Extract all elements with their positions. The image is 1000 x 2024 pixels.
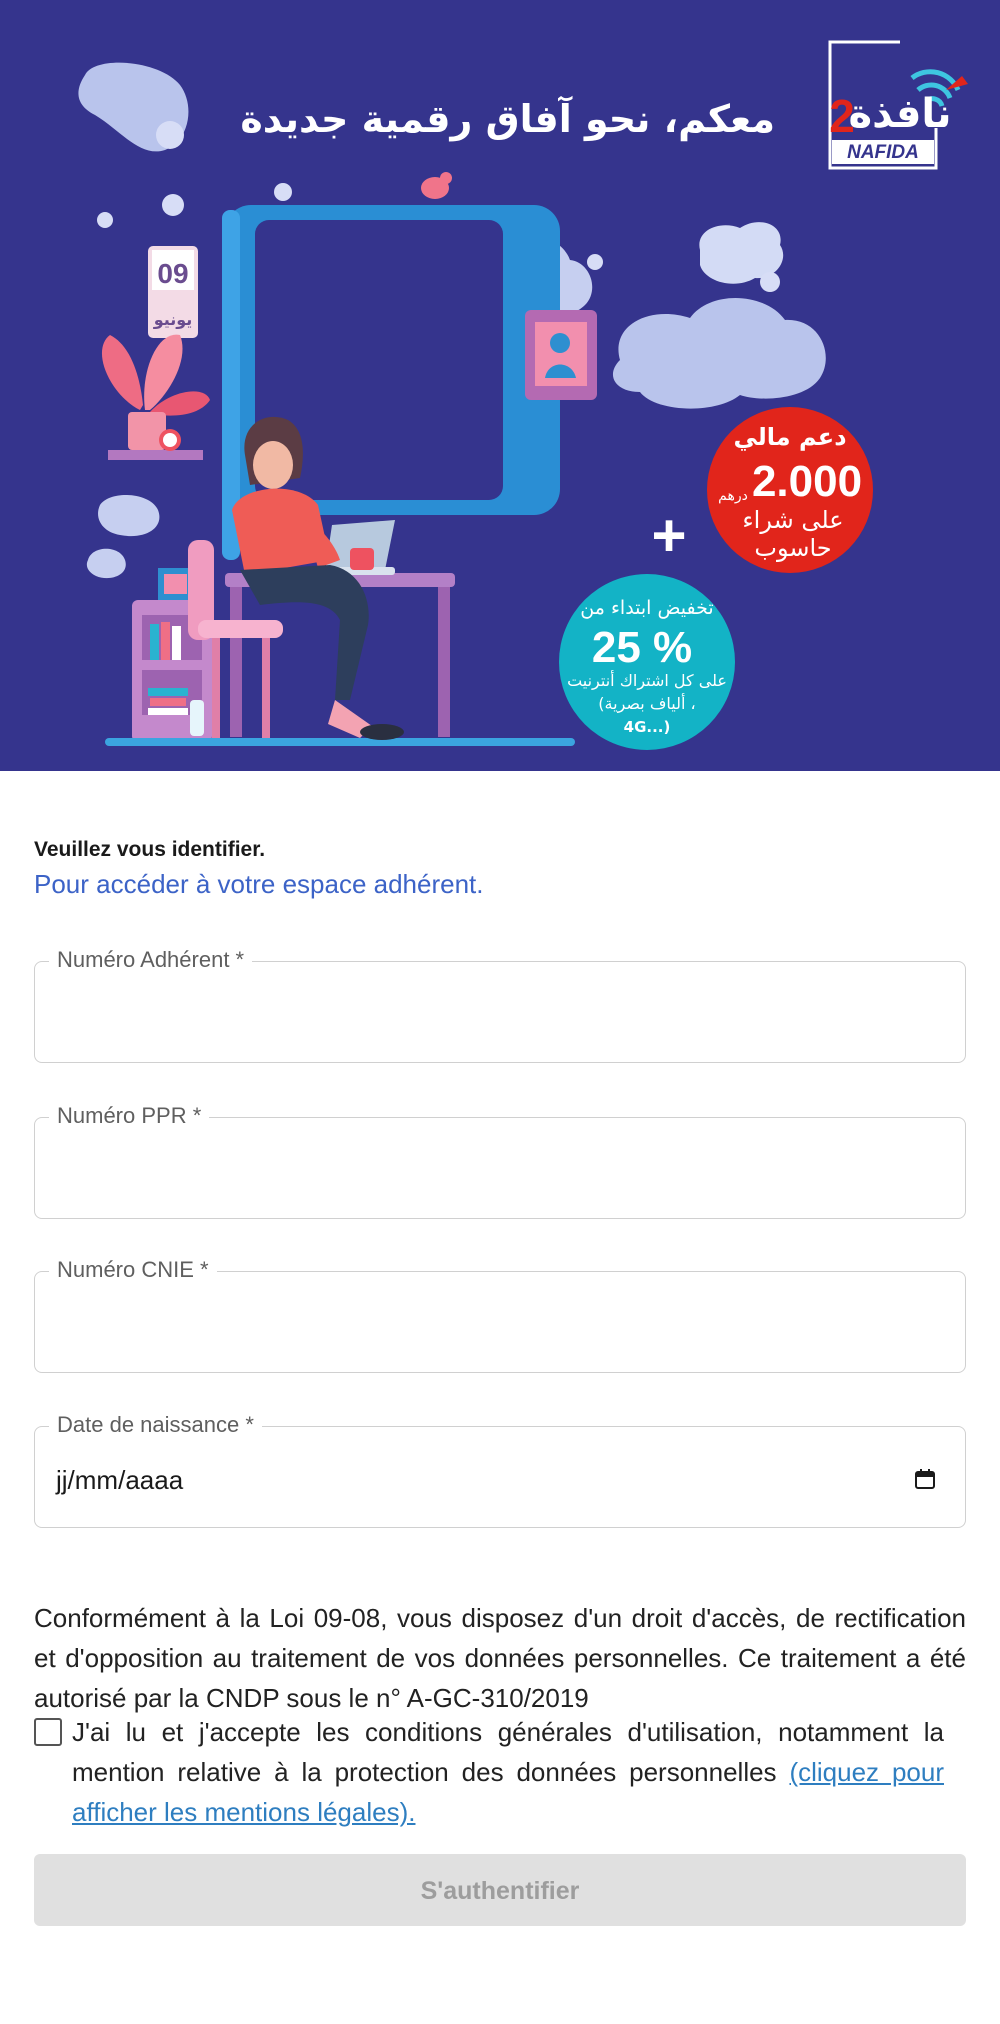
plant [101,334,210,460]
adherent-number-label: Numéro Adhérent * [49,945,253,975]
red-badge-line1: دعم مالي [733,423,846,451]
red-badge-currency: درهم [718,488,748,504]
banner-headline: معكم، نحو آفاق رقمية جديدة [240,95,775,142]
intro-title: Veuillez vous identifier. [34,838,266,861]
logo-number: 2 [829,90,855,142]
consent-label[interactable]: J'ai lu et j'accepte les conditions géné… [72,1712,944,1832]
teal-badge-percent: 25 % [592,623,692,672]
hero-banner: 09 يونيو نافذة 2 NAFIDA معكم، نحو آفاق ر… [0,0,1000,771]
red-badge-line3: على شراء [742,506,843,534]
intro-block: Veuillez vous identifier. Pour accéder à… [34,836,966,900]
gdpr-notice: Conformément à la Loi 09-08, vous dispos… [34,1603,966,1713]
birthdate-label: Date de naissance * [49,1410,262,1440]
photo-frame [525,310,597,400]
consent-checkbox[interactable] [34,1718,62,1746]
red-badge-line4: حاسوب [754,534,831,562]
calendar-month: يونيو [153,310,193,329]
red-badge-amount: 2.000 [752,457,862,506]
cnie-number-label: Numéro CNIE * [49,1255,217,1285]
calendar-icon[interactable] [913,1467,937,1491]
ppr-number-input[interactable] [55,1146,945,1192]
teal-badge-line3: على كل اشتراك أنترنيت [567,670,727,691]
logo-arabic: نافذة [849,91,952,137]
teal-badge-line4: (ألياف بصرية ، [598,693,695,714]
adherent-number-input[interactable] [55,990,945,1036]
intro-subtitle: Pour accéder à votre espace adhérent. [34,869,484,899]
banner-illustration: 09 يونيو نافذة 2 NAFIDA معكم، نحو آفاق ر… [78,40,968,750]
teal-badge-line1: تخفيض ابتداء من [580,597,713,619]
birthdate-field[interactable]: Date de naissance * jj/mm/aaaa [34,1410,966,1528]
authenticate-button[interactable]: S'authentifier [34,1854,966,1926]
ppr-number-field: Numéro PPR * [34,1101,966,1219]
plus-sign: + [651,502,686,569]
calendar-day: 09 [157,258,188,289]
ppr-number-label: Numéro PPR * [49,1101,210,1131]
cnie-number-input[interactable] [55,1300,945,1346]
logo-latin: NAFIDA [847,142,919,163]
cnie-number-field: Numéro CNIE * [34,1255,966,1373]
adherent-number-field: Numéro Adhérent * [34,945,966,1063]
teal-badge-line5: 4G...) [624,718,671,736]
birthdate-placeholder[interactable]: jj/mm/aaaa [56,1465,183,1495]
bird [421,172,452,199]
